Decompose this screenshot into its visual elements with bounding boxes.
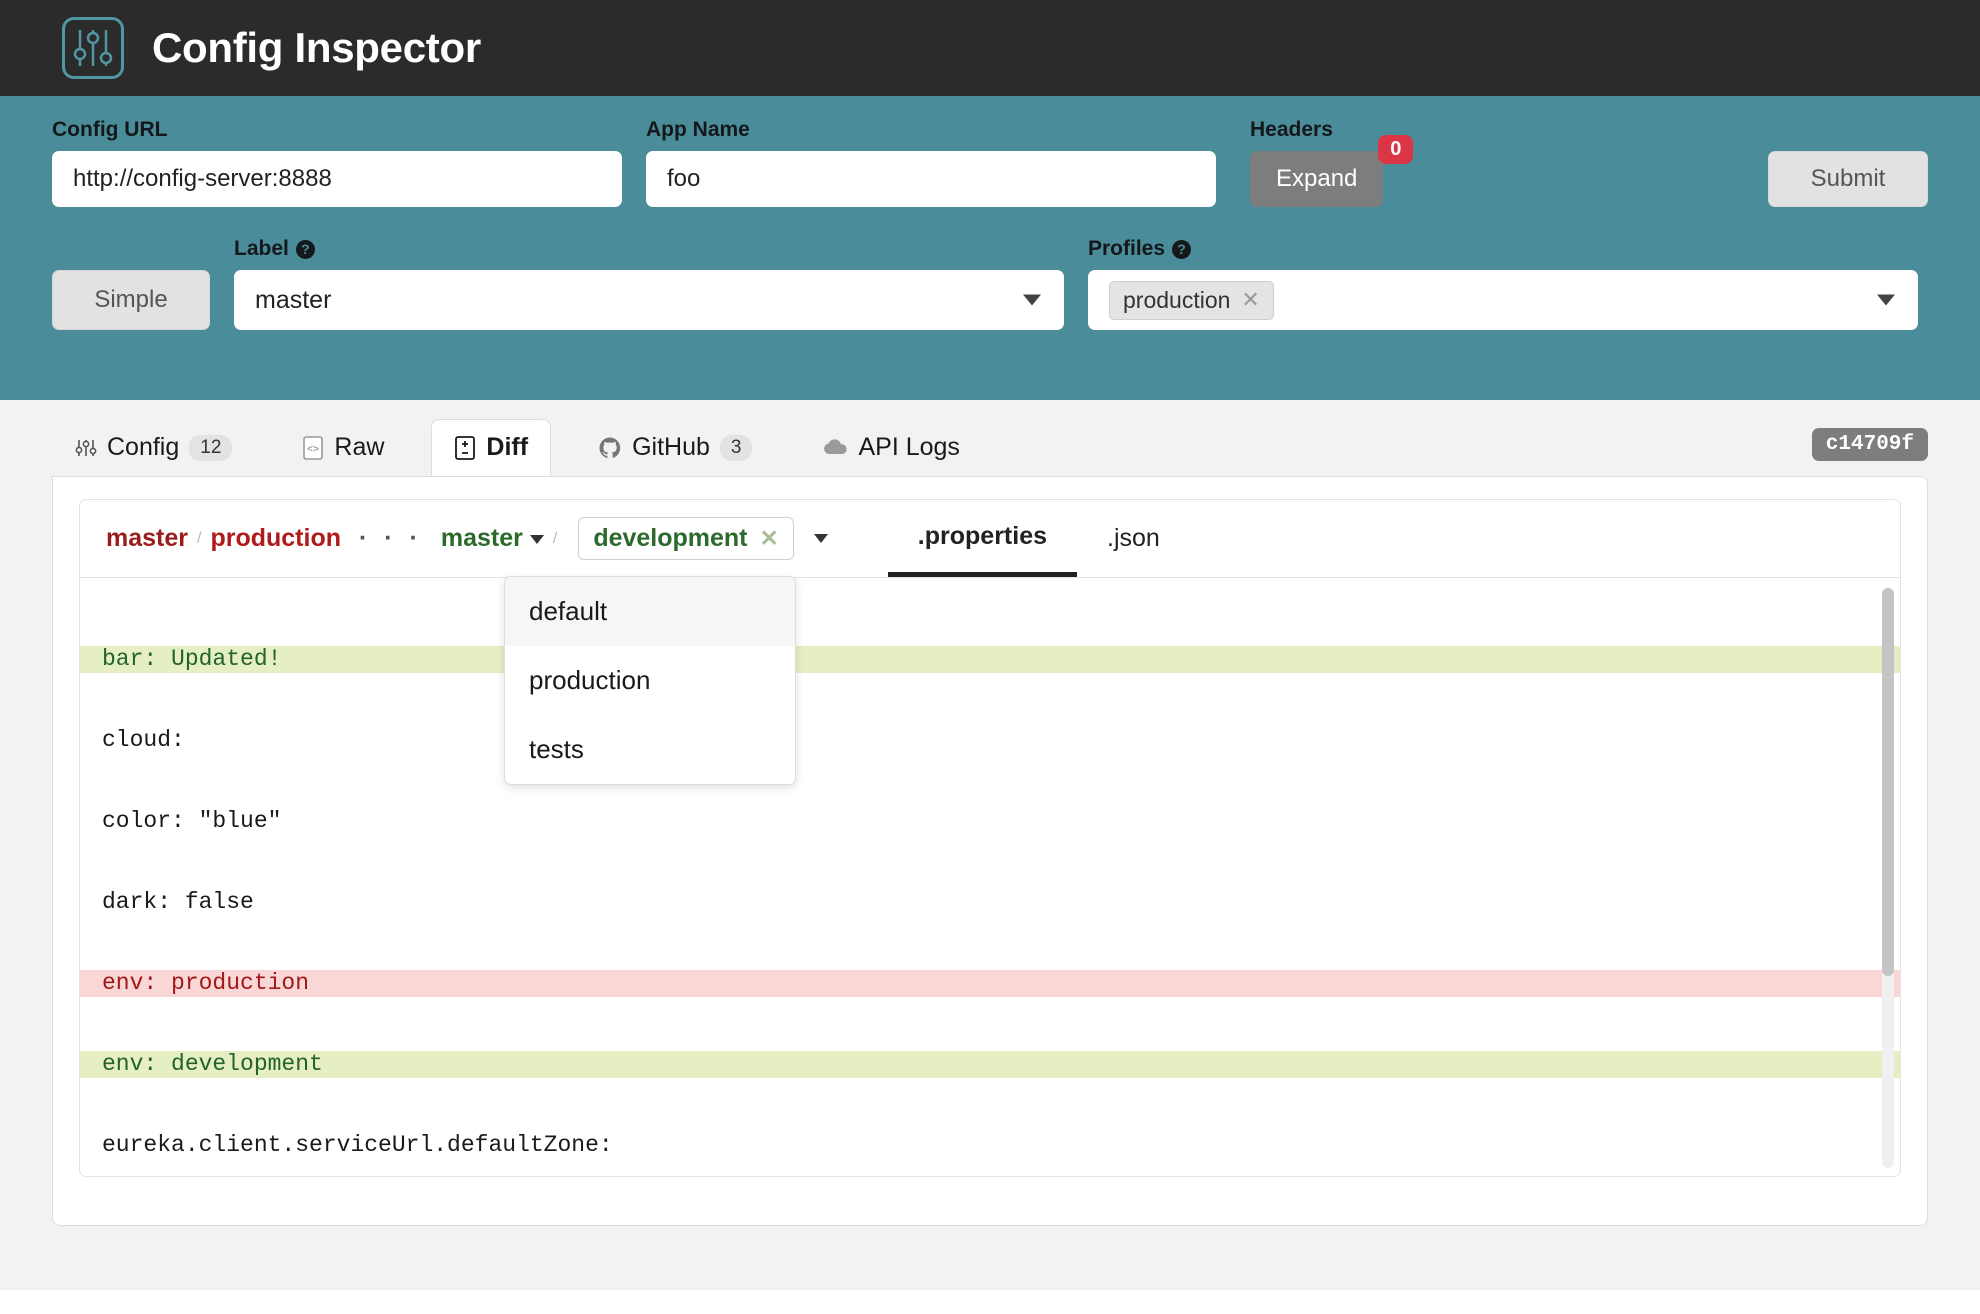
simple-mode-button[interactable]: Simple [52, 270, 210, 330]
format-tab-properties[interactable]: .properties [887, 500, 1077, 577]
format-tab-json[interactable]: .json [1077, 500, 1190, 577]
dropdown-item-default[interactable]: default [505, 577, 795, 646]
request-form-panel: Config URL App Name Headers Expand 0 Sub… [0, 96, 1980, 400]
diff-line: color: "blue" [102, 808, 282, 834]
diff-line: env: production [80, 970, 1900, 997]
diff-scrollbar[interactable] [1882, 588, 1894, 1168]
diff-line: bar: Updated! [80, 646, 1900, 673]
chevron-down-icon [1023, 294, 1041, 306]
dropdown-item-production[interactable]: production [505, 646, 795, 715]
tab-config-label: Config [107, 433, 180, 461]
tab-diff[interactable]: Diff [431, 419, 552, 476]
app-title: Config Inspector [152, 24, 481, 71]
profile-chip[interactable]: production ✕ [1109, 280, 1274, 320]
dropdown-item-tests[interactable]: tests [505, 715, 795, 784]
tab-raw-label: Raw [334, 433, 385, 461]
profile-dropdown-menu: default production tests [504, 576, 796, 785]
tab-github-label: GitHub [632, 433, 710, 461]
svg-text:<>: <> [307, 445, 319, 456]
label-field-group: Label ? master [234, 237, 1064, 330]
submit-group: Submit [1768, 151, 1928, 207]
github-icon [598, 436, 622, 460]
app-name-input[interactable] [646, 151, 1216, 207]
breadcrumb-right-profile-label: development [593, 524, 748, 552]
tab-github-count: 3 [719, 434, 753, 461]
submit-button[interactable]: Submit [1768, 151, 1928, 207]
tab-raw[interactable]: <> Raw [279, 419, 407, 476]
chevron-down-icon [1877, 294, 1895, 306]
code-file-icon: <> [302, 435, 324, 461]
label-select[interactable]: master [234, 270, 1064, 330]
breadcrumb-left-label: master [106, 524, 188, 552]
config-url-field-group: Config URL [52, 118, 622, 207]
headers-field-group: Headers Expand 0 [1250, 118, 1414, 207]
close-icon[interactable]: ✕ [760, 525, 779, 552]
profile-dropdown-toggle-icon[interactable] [813, 534, 828, 543]
config-url-input[interactable] [52, 151, 622, 207]
diff-line: eureka.client.serviceUrl.defaultZone: [102, 1132, 613, 1158]
app-header: Config Inspector [0, 0, 1980, 96]
form-row-primary: Config URL App Name Headers Expand 0 Sub… [52, 96, 1928, 207]
app-name-label: App Name [646, 118, 750, 141]
diff-content[interactable]: bar: Updated! cloud: color: "blue" dark:… [79, 577, 1901, 1177]
cloud-icon [822, 438, 848, 458]
breadcrumb-left-profile: production [210, 524, 341, 552]
profiles-field-label: Profiles ? [1088, 237, 1918, 261]
diff-code-block: bar: Updated! cloud: color: "blue" dark:… [80, 578, 1900, 1176]
content-area: Config 12 <> Raw Diff GitHub 3 API Logs … [0, 400, 1980, 1290]
breadcrumb-separator: / [197, 529, 202, 547]
profile-chip-label: production [1123, 286, 1231, 313]
commit-hash-badge: c14709f [1811, 428, 1928, 461]
label-field-label: Label ? [234, 237, 1064, 261]
label-select-value: master [255, 285, 332, 314]
tab-github[interactable]: GitHub 3 [575, 419, 775, 476]
tab-config-count: 12 [189, 434, 233, 461]
headers-label: Headers [1250, 118, 1333, 141]
diff-line: dark: false [102, 889, 254, 915]
profiles-field-text: Profiles [1088, 237, 1166, 260]
headers-count-badge: 0 [1378, 135, 1414, 164]
question-circle-icon[interactable]: ? [295, 239, 315, 259]
diff-file-icon [454, 435, 476, 461]
breadcrumb-ellipsis: · · · [358, 524, 423, 552]
breadcrumb-right-profile-chip[interactable]: development ✕ [578, 517, 794, 560]
chevron-down-icon [529, 534, 544, 544]
tab-bar: Config 12 <> Raw Diff GitHub 3 API Logs … [52, 400, 1928, 476]
diff-line: env: development [80, 1051, 1900, 1078]
tab-api-logs[interactable]: API Logs [799, 419, 982, 476]
breadcrumb-right-label: master [440, 524, 523, 552]
label-field-text: Label [234, 237, 289, 260]
sliders-small-icon [75, 437, 97, 459]
close-icon[interactable]: ✕ [1241, 287, 1259, 313]
breadcrumb-separator-2: / [552, 529, 558, 547]
format-tab-bar: .properties .json [887, 500, 1190, 577]
question-circle-icon[interactable]: ? [1172, 239, 1192, 259]
sliders-icon [62, 17, 124, 79]
profiles-multiselect[interactable]: production ✕ [1088, 270, 1918, 330]
config-url-label: Config URL [52, 118, 168, 141]
diff-toolbar: master / production · · · master / devel… [79, 499, 1901, 785]
breadcrumb-right-label-select[interactable]: master [441, 524, 544, 553]
headers-expand-button[interactable]: Expand [1250, 151, 1384, 207]
form-row-secondary: Simple Label ? master Profiles ? product… [52, 237, 1928, 330]
app-name-field-group: App Name [646, 118, 1216, 207]
tab-api-logs-label: API Logs [858, 433, 960, 461]
diff-panel: master / production · · · master / devel… [52, 476, 1928, 1226]
profiles-field-group: Profiles ? production ✕ [1088, 237, 1918, 330]
tab-diff-label: Diff [486, 433, 529, 461]
diff-scrollbar-thumb[interactable] [1882, 588, 1894, 976]
tab-config[interactable]: Config 12 [52, 419, 255, 476]
diff-line: cloud: [102, 727, 185, 753]
